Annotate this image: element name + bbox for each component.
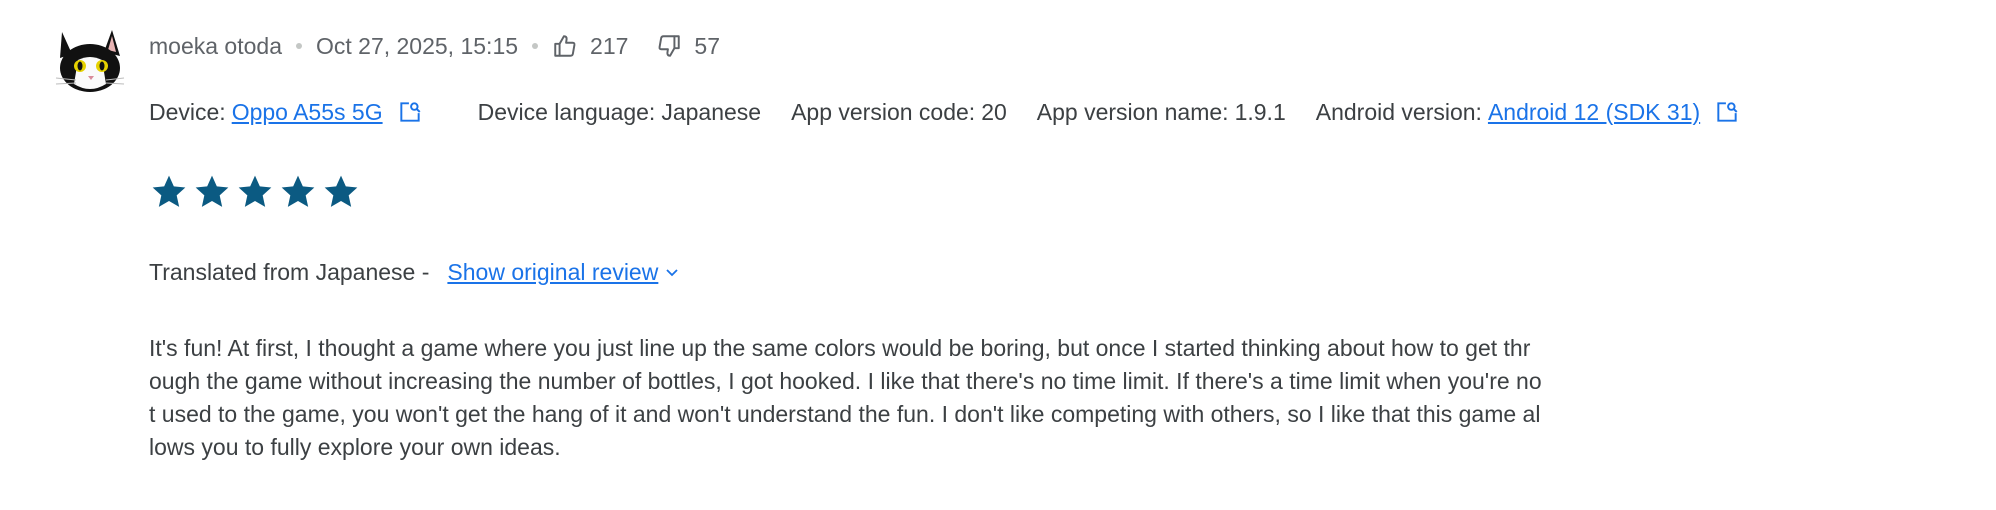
app-version-code-info: App version code: 20 (791, 99, 1007, 126)
device-language-label: Device language: (477, 98, 656, 125)
open-in-new-icon[interactable] (1714, 99, 1740, 125)
device-language-info: Device language: Japanese (478, 99, 761, 126)
thumbs-down-icon (656, 33, 682, 59)
review-header: moeka otoda Oct 27, 2025, 15:15 217 57 (149, 28, 720, 64)
star-icon (195, 175, 229, 207)
app-version-code-value: 20 (981, 98, 1007, 125)
device-language-value: Japanese (661, 98, 762, 125)
star-rating (149, 172, 364, 212)
review-text-line: lows you to fully explore your own ideas… (149, 434, 561, 460)
author-name: moeka otoda (149, 32, 282, 59)
app-version-code-label: App version code: (791, 98, 976, 125)
review-text-line: It's fun! At first, I thought a game whe… (149, 335, 1531, 361)
thumbs-up-icon (552, 33, 578, 59)
show-original-review-link[interactable]: Show original review (447, 259, 658, 286)
translation-row: Translated from Japanese - Show original… (149, 254, 680, 290)
review-date: Oct 27, 2025, 15:15 (315, 32, 519, 59)
app-version-name-label: App version name: (1036, 98, 1229, 125)
android-version-info: Android version: Android 12 (SDK 31) (1316, 99, 1740, 126)
separator-dot (532, 43, 539, 49)
translated-from-label: Translated from Japanese - (149, 258, 430, 285)
review-card: moeka otoda Oct 27, 2025, 15:15 217 57 D… (0, 0, 1996, 510)
star-icon (281, 175, 315, 207)
thumbs-down-count: 57 (694, 32, 720, 59)
open-in-new-icon[interactable] (397, 99, 423, 125)
cat-avatar-icon (52, 26, 126, 98)
android-version-link[interactable]: Android 12 (SDK 31) (1488, 99, 1700, 126)
thumbs-up-button[interactable]: 217 (552, 33, 628, 60)
star-icon (324, 175, 358, 207)
review-text-line: ough the game without increasing the num… (149, 368, 1542, 394)
review-body: It's fun! At first, I thought a game whe… (149, 332, 1789, 464)
device-link[interactable]: Oppo A55s 5G (232, 99, 383, 126)
app-version-name-info: App version name: 1.9.1 (1037, 99, 1286, 126)
star-icon (152, 175, 186, 207)
separator-dot (295, 43, 302, 49)
app-version-name-value: 1.9.1 (1234, 98, 1286, 125)
device-meta-row: Device: Oppo A55s 5G Device language: Ja… (149, 94, 1740, 130)
android-version-label: Android version: (1315, 98, 1482, 125)
device-info: Device: Oppo A55s 5G (149, 99, 423, 126)
star-icon (238, 175, 272, 207)
thumbs-up-count: 217 (590, 32, 629, 59)
thumbs-down-button[interactable]: 57 (656, 33, 720, 60)
chevron-down-icon[interactable] (664, 264, 680, 280)
review-text-line: t used to the game, you won't get the ha… (149, 401, 1541, 427)
device-label: Device: (149, 98, 226, 125)
